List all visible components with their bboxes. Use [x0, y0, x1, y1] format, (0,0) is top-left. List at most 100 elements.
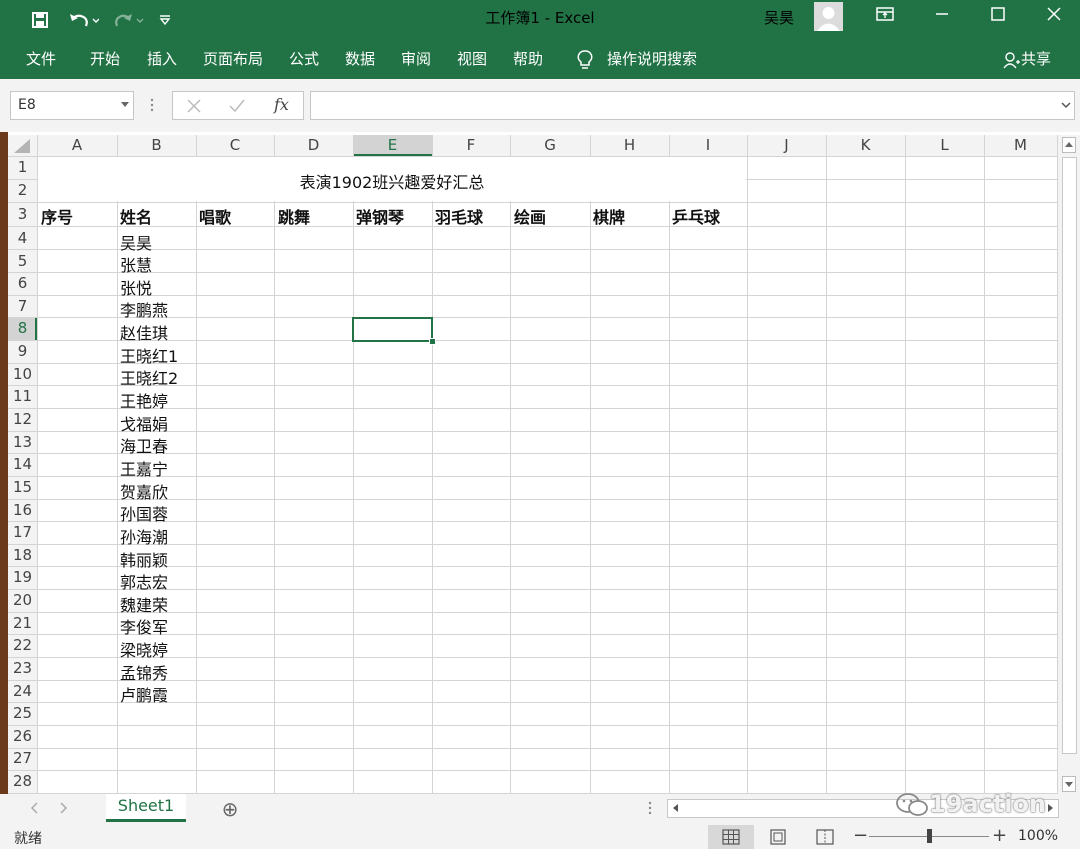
- user-name[interactable]: 吴昊: [764, 0, 794, 36]
- name-cell[interactable]: 卢鹏霞: [120, 682, 168, 706]
- selected-cell[interactable]: [352, 317, 433, 342]
- column-header-m[interactable]: M: [984, 135, 1057, 156]
- name-cell[interactable]: 赵佳琪: [120, 320, 168, 344]
- page-layout-icon[interactable]: [770, 829, 786, 845]
- header-cell-piano[interactable]: 弹钢琴: [356, 204, 404, 228]
- name-cell[interactable]: 李鹏燕: [120, 297, 168, 321]
- column-header-k[interactable]: K: [826, 135, 905, 156]
- name-cell[interactable]: 王嘉宁: [120, 456, 168, 480]
- row-header-3[interactable]: 3: [8, 205, 37, 223]
- cancel-icon[interactable]: [187, 99, 201, 113]
- row-header-22[interactable]: 22: [8, 636, 37, 654]
- row-header-17[interactable]: 17: [8, 523, 37, 541]
- column-header-h[interactable]: H: [590, 135, 669, 156]
- name-cell[interactable]: 孙海潮: [120, 524, 168, 548]
- header-cell-seq[interactable]: 序号: [41, 204, 73, 228]
- name-cell[interactable]: 孙国蓉: [120, 501, 168, 525]
- row-header-23[interactable]: 23: [8, 659, 37, 677]
- row-header-25[interactable]: 25: [8, 704, 37, 722]
- formula-input[interactable]: [310, 91, 1075, 120]
- vertical-scroll-thumb[interactable]: [1062, 157, 1077, 754]
- customize-icon[interactable]: [155, 0, 175, 40]
- row-header-4[interactable]: 4: [8, 229, 37, 247]
- tab-view[interactable]: 视图: [457, 40, 487, 79]
- next-sheet-icon[interactable]: [58, 802, 68, 814]
- row-header-15[interactable]: 15: [8, 478, 37, 496]
- enter-icon[interactable]: [229, 99, 245, 113]
- name-cell[interactable]: 孟锦秀: [120, 660, 168, 684]
- row-header-1[interactable]: 1: [8, 158, 37, 176]
- new-sheet-button[interactable]: ⊕: [218, 797, 242, 821]
- tab-help[interactable]: 帮助: [513, 40, 543, 79]
- fill-handle[interactable]: [429, 338, 436, 345]
- column-header-i[interactable]: I: [669, 135, 747, 156]
- name-box[interactable]: E8: [10, 91, 134, 120]
- redo-icon[interactable]: [110, 0, 148, 40]
- minimize-icon[interactable]: [914, 0, 970, 36]
- name-cell[interactable]: 戈福娟: [120, 411, 168, 435]
- column-header-e[interactable]: E: [353, 135, 432, 156]
- row-header-24[interactable]: 24: [8, 682, 37, 700]
- tab-data[interactable]: 数据: [345, 40, 375, 79]
- column-header-f[interactable]: F: [432, 135, 510, 156]
- chevron-down-icon[interactable]: [121, 102, 129, 108]
- row-header-6[interactable]: 6: [8, 274, 37, 292]
- row-header-28[interactable]: 28: [8, 772, 37, 790]
- row-header-9[interactable]: 9: [8, 342, 37, 360]
- column-header-g[interactable]: G: [510, 135, 590, 156]
- row-header-7[interactable]: 7: [8, 297, 37, 315]
- lightbulb-icon[interactable]: [576, 40, 594, 79]
- row-header-2[interactable]: 2: [8, 181, 37, 199]
- maximize-icon[interactable]: [970, 0, 1026, 36]
- name-cell[interactable]: 吴昊: [120, 230, 152, 254]
- row-header-12[interactable]: 12: [8, 410, 37, 428]
- scroll-left-icon[interactable]: [671, 803, 681, 813]
- splitter-icon[interactable]: [648, 800, 652, 816]
- zoom-level[interactable]: 100%: [1018, 828, 1058, 844]
- name-cell[interactable]: 王艳婷: [120, 388, 168, 412]
- header-cell-chess[interactable]: 棋牌: [593, 204, 625, 228]
- tab-insert[interactable]: 插入: [147, 40, 177, 79]
- column-header-b[interactable]: B: [117, 135, 196, 156]
- zoom-out-button[interactable]: −: [853, 825, 868, 846]
- page-break-icon[interactable]: [816, 829, 834, 845]
- row-header-21[interactable]: 21: [8, 614, 37, 632]
- tab-page-layout[interactable]: 页面布局: [203, 40, 263, 79]
- row-header-11[interactable]: 11: [8, 387, 37, 405]
- name-cell[interactable]: 海卫春: [120, 433, 168, 457]
- avatar[interactable]: [814, 2, 843, 31]
- expand-formula-icon[interactable]: [1061, 102, 1071, 109]
- ribbon-display-icon[interactable]: [857, 0, 913, 36]
- undo-icon[interactable]: [64, 0, 102, 40]
- prev-sheet-icon[interactable]: [30, 802, 40, 814]
- vertical-scrollbar[interactable]: [1058, 135, 1080, 794]
- scroll-up-icon[interactable]: [1062, 137, 1076, 153]
- name-cell[interactable]: 张慧: [120, 252, 152, 276]
- name-cell[interactable]: 王晓红2: [120, 365, 178, 389]
- insert-function-button[interactable]: fx: [274, 95, 289, 114]
- header-cell-pingpong[interactable]: 乒乓球: [672, 204, 720, 228]
- column-header-d[interactable]: D: [274, 135, 353, 156]
- name-cell[interactable]: 张悦: [120, 275, 152, 299]
- close-icon[interactable]: [1026, 0, 1080, 36]
- scroll-right-icon[interactable]: [1045, 803, 1055, 813]
- name-cell[interactable]: 韩丽颖: [120, 547, 168, 571]
- row-header-27[interactable]: 27: [8, 749, 37, 767]
- row-header-20[interactable]: 20: [8, 591, 37, 609]
- tab-file[interactable]: 文件: [26, 40, 56, 79]
- row-header-10[interactable]: 10: [8, 365, 37, 383]
- name-cell[interactable]: 魏建荣: [120, 592, 168, 616]
- header-cell-painting[interactable]: 绘画: [514, 204, 546, 228]
- name-cell[interactable]: 王晓红1: [120, 343, 178, 367]
- column-header-a[interactable]: A: [37, 135, 117, 156]
- zoom-in-button[interactable]: +: [992, 825, 1007, 846]
- zoom-slider-thumb[interactable]: [927, 829, 932, 843]
- share-button[interactable]: 共享: [1003, 40, 1051, 79]
- name-cell[interactable]: 梁晓婷: [120, 637, 168, 661]
- tab-formulas[interactable]: 公式: [289, 40, 319, 79]
- row-header-26[interactable]: 26: [8, 727, 37, 745]
- row-header-16[interactable]: 16: [8, 501, 37, 519]
- name-cell[interactable]: 贺嘉欣: [120, 479, 168, 503]
- header-cell-name[interactable]: 姓名: [120, 204, 152, 228]
- scroll-down-icon[interactable]: [1062, 776, 1076, 792]
